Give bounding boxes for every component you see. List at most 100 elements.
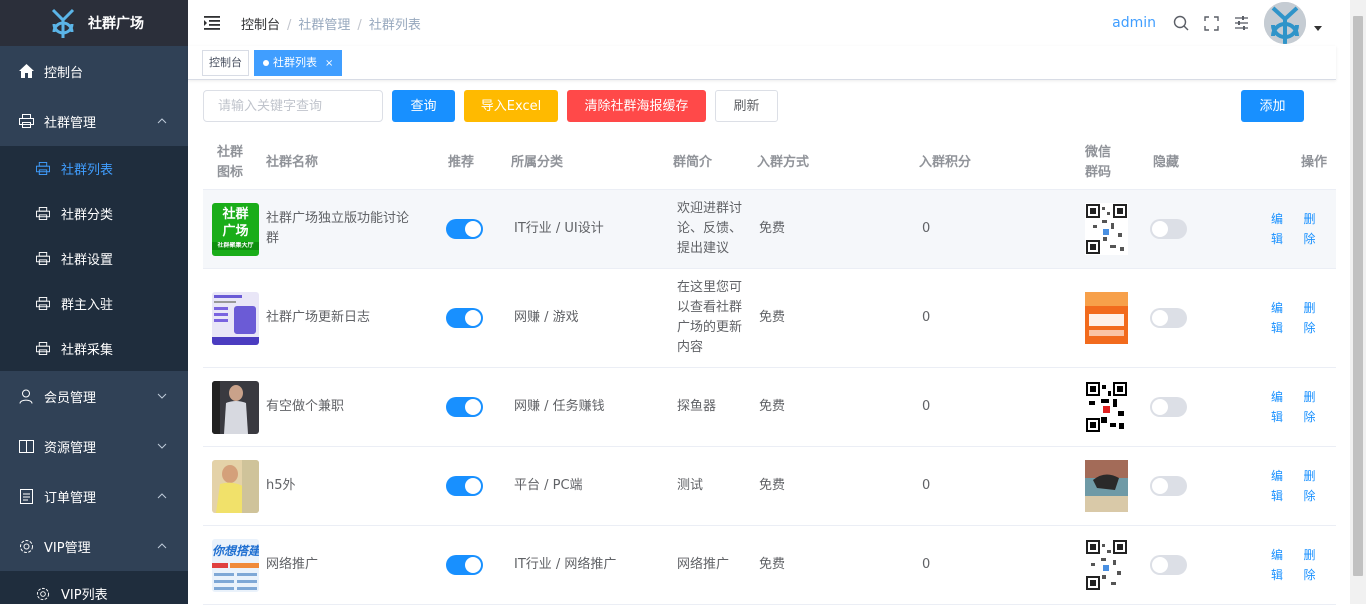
table-row[interactable]: h5外 平台 / PC端 测试 免费 0 编辑 删除 [203, 447, 1336, 526]
row-intro: 欢迎进群讨论、反馈、提出建议 [677, 201, 743, 256]
row-category: 网赚 / 任务赚钱 [514, 399, 605, 414]
row-thumb [212, 269, 259, 367]
delete-link[interactable]: 删除 [1304, 545, 1327, 585]
print-icon [35, 341, 51, 357]
caret-down-icon[interactable] [1314, 25, 1322, 31]
query-button[interactable]: 查询 [392, 90, 455, 122]
sidebar-item-label: VIP列表 [61, 588, 108, 603]
user-icon [18, 388, 34, 404]
row-name: 社群广场独立版功能讨论群 [266, 211, 410, 246]
row-intro: 测试 [677, 478, 704, 493]
edit-link[interactable]: 编辑 [1271, 387, 1294, 427]
avatar[interactable] [1264, 2, 1306, 44]
username-link[interactable]: admin [1112, 15, 1156, 31]
hidden-switch[interactable] [1150, 555, 1187, 575]
qr-code-image[interactable] [1085, 539, 1128, 591]
print-icon [35, 161, 51, 177]
sidebar-item-label: 会员管理 [44, 390, 97, 406]
recommend-switch[interactable] [446, 555, 483, 575]
row-qrcode [1085, 269, 1128, 367]
tag-community-list[interactable]: 社群列表 × [254, 49, 343, 76]
tag-label: 控制台 [209, 55, 242, 69]
edit-link[interactable]: 编辑 [1271, 209, 1294, 249]
delete-link[interactable]: 删除 [1304, 466, 1327, 506]
edit-link[interactable]: 编辑 [1271, 298, 1294, 338]
hidden-switch[interactable] [1150, 476, 1187, 496]
table-row[interactable]: 社群广场更新日志 网赚 / 游戏 在这里您可以查看社群广场的更新内容 免费 0 … [203, 269, 1336, 368]
tag-dashboard[interactable]: 控制台 [202, 49, 249, 76]
edit-link[interactable]: 编辑 [1271, 466, 1294, 506]
community-icon-image [212, 291, 259, 345]
qr-code-image[interactable] [1085, 203, 1128, 255]
breadcrumb-item[interactable]: 社群管理 [298, 18, 350, 33]
community-table: 社群图标 社群名称 推荐 所属分类 群简介 入群方式 入群积分 微信群码 隐藏 … [203, 136, 1336, 605]
search-input[interactable] [203, 90, 383, 122]
toolbar: 查询 导入Excel 清除社群海报缓存 刷新 添加 [203, 90, 1350, 122]
row-category: 平台 / PC端 [514, 478, 583, 493]
hidden-switch[interactable] [1150, 308, 1187, 328]
row-points: 0 [922, 478, 931, 493]
document-icon [18, 488, 34, 504]
row-thumb: 你想搭建 [212, 526, 259, 604]
row-actions: 编辑 删除 [1271, 368, 1336, 446]
hidden-switch[interactable] [1150, 397, 1187, 417]
refresh-button[interactable]: 刷新 [715, 90, 778, 122]
sidebar-item-community-management[interactable]: 社群管理 [0, 96, 188, 146]
table-row[interactable]: 社群广场 社群聚集大厅 社群广场独立版功能讨论群 IT行业 / UI设计 欢迎进… [203, 190, 1336, 269]
scrollbar-thumb[interactable] [1353, 16, 1363, 576]
thumb-decoration [212, 562, 259, 590]
sidebar-item-community-settings[interactable]: 社群设置 [0, 236, 188, 281]
hidden-switch[interactable] [1150, 219, 1187, 239]
main-area: 控制台 / 社群管理 / 社群列表 admin 控制台 社群列表 × 请输入关键… [188, 0, 1350, 605]
delete-link[interactable]: 删除 [1304, 387, 1327, 427]
sidebar-item-community-list[interactable]: 社群列表 [0, 146, 188, 191]
sidebar-item-member-management[interactable]: 会员管理 [0, 371, 188, 421]
sidebar-item-community-collect[interactable]: 社群采集 [0, 326, 188, 371]
edit-link[interactable]: 编辑 [1271, 545, 1294, 585]
search-icon[interactable] [1172, 14, 1190, 32]
fullscreen-icon[interactable] [1202, 14, 1220, 32]
sidebar-item-resource-management[interactable]: 资源管理 [0, 421, 188, 471]
row-hidden [1150, 368, 1187, 446]
qr-code-image[interactable] [1085, 460, 1128, 512]
row-points: 0 [922, 221, 931, 236]
column-header-name: 社群名称 [266, 155, 319, 170]
avatar-logo-icon [1264, 2, 1306, 44]
sidebar-item-community-category[interactable]: 社群分类 [0, 191, 188, 236]
row-thumb: 社群广场 社群聚集大厅 [212, 190, 259, 268]
qr-code-image[interactable] [1085, 381, 1128, 433]
row-qrcode [1085, 447, 1128, 525]
hamburger-icon[interactable] [204, 16, 220, 30]
recommend-switch[interactable] [446, 397, 483, 417]
sidebar-item-vip-management[interactable]: VIP管理 [0, 521, 188, 571]
page-scrollbar[interactable] [1350, 0, 1366, 604]
settings-sliders-icon[interactable] [1232, 14, 1250, 32]
column-header-qrcode: 微信群码 [1085, 145, 1112, 180]
close-icon[interactable]: × [325, 58, 333, 69]
delete-link[interactable]: 删除 [1304, 209, 1327, 249]
sidebar-item-label: 群主入驻 [61, 298, 114, 313]
sidebar-item-order-management[interactable]: 订单管理 [0, 471, 188, 521]
app-logo[interactable]: 社群广场 [0, 0, 188, 46]
sidebar: 社群广场 控制台 社群管理 社群列表 社群分类 社群设置 群主入驻 社群采集 会… [0, 0, 188, 604]
app-name: 社群广场 [88, 16, 144, 32]
add-button[interactable]: 添加 [1241, 90, 1304, 122]
recommend-switch[interactable] [446, 476, 483, 496]
print-icon [35, 296, 51, 312]
sidebar-item-vip-list[interactable]: VIP列表 [0, 571, 188, 604]
qr-code-image[interactable] [1085, 292, 1128, 344]
sidebar-item-owner-join[interactable]: 群主入驻 [0, 281, 188, 326]
recommend-switch[interactable] [446, 308, 483, 328]
column-header-points: 入群积分 [919, 155, 972, 170]
breadcrumb-item[interactable]: 控制台 [241, 18, 280, 33]
row-points: 0 [922, 399, 931, 414]
import-excel-button[interactable]: 导入Excel [464, 90, 558, 122]
column-header-intro: 群简介 [673, 155, 713, 170]
clear-cache-button[interactable]: 清除社群海报缓存 [567, 90, 706, 122]
table-row[interactable]: 你想搭建 网络推广 IT行业 / 网络推广 网络推广 免费 0 编辑 删除 [203, 526, 1336, 605]
row-recommend [446, 447, 483, 525]
delete-link[interactable]: 删除 [1304, 298, 1327, 338]
table-row[interactable]: 有空做个兼职 网赚 / 任务赚钱 探鱼器 免费 0 编辑 删除 [203, 368, 1336, 447]
sidebar-item-dashboard[interactable]: 控制台 [0, 46, 188, 96]
recommend-switch[interactable] [446, 219, 483, 239]
